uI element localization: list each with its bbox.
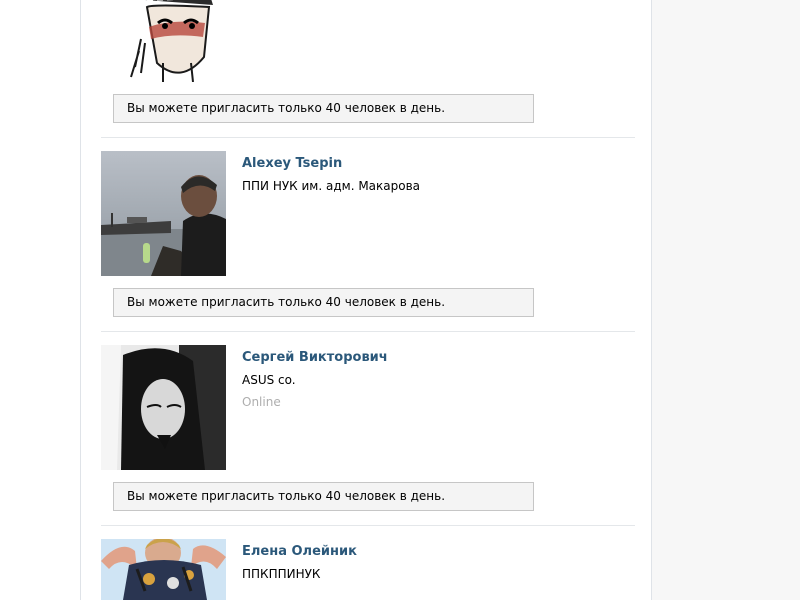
person-subtitle: ППИ НУК им. адм. Макарова xyxy=(242,179,421,193)
avatar-person-2[interactable] xyxy=(101,151,226,276)
friends-invite-list: Вы можете пригласить только 40 человек в… xyxy=(80,0,652,600)
person-subtitle: ASUS co. xyxy=(242,373,296,387)
row-divider xyxy=(101,331,635,332)
person-name-link[interactable]: Сергей Викторович xyxy=(242,350,388,365)
invite-limit-message: Вы можете пригласить только 40 человек в… xyxy=(113,288,534,317)
person-subtitle: ППКППИНУК xyxy=(242,567,321,581)
row-divider xyxy=(101,137,635,138)
invite-limit-message: Вы можете пригласить только 40 человек в… xyxy=(113,94,534,123)
page-left-margin xyxy=(0,0,80,600)
page-right-margin xyxy=(652,0,800,600)
avatar-person-4[interactable] xyxy=(101,539,226,600)
row-divider xyxy=(101,525,635,526)
avatar-person-1[interactable] xyxy=(101,0,226,82)
online-status: Online xyxy=(242,395,281,409)
invite-limit-message: Вы можете пригласить только 40 человек в… xyxy=(113,482,534,511)
avatar-person-3[interactable] xyxy=(101,345,226,470)
person-name-link[interactable]: Елена Олейник xyxy=(242,544,357,559)
person-name-link[interactable]: Alexey Tsepin xyxy=(242,156,342,171)
